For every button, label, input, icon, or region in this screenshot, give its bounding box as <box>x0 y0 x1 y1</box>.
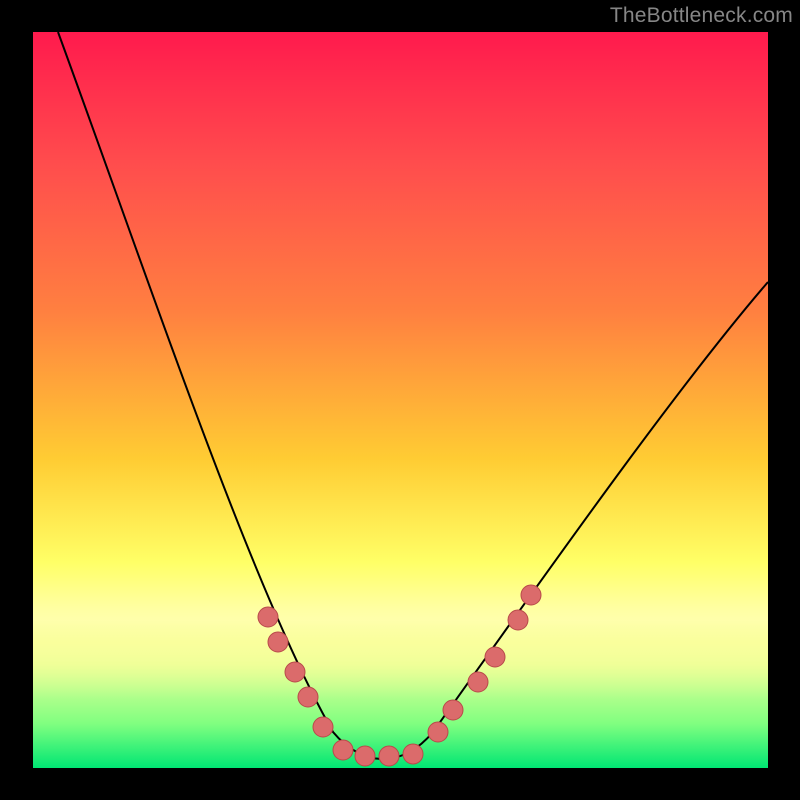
data-marker <box>443 700 463 720</box>
bottleneck-curve <box>58 32 768 759</box>
data-marker <box>379 746 399 766</box>
data-marker <box>298 687 318 707</box>
data-marker <box>258 607 278 627</box>
data-marker <box>355 746 375 766</box>
marker-group <box>258 585 541 766</box>
data-marker <box>508 610 528 630</box>
data-marker <box>468 672 488 692</box>
data-marker <box>521 585 541 605</box>
data-marker <box>333 740 353 760</box>
data-marker <box>403 744 423 764</box>
chart-frame: TheBottleneck.com <box>0 0 800 800</box>
data-marker <box>428 722 448 742</box>
watermark-text: TheBottleneck.com <box>610 4 793 28</box>
data-marker <box>285 662 305 682</box>
chart-svg <box>33 32 768 768</box>
data-marker <box>313 717 333 737</box>
data-marker <box>268 632 288 652</box>
data-marker <box>485 647 505 667</box>
